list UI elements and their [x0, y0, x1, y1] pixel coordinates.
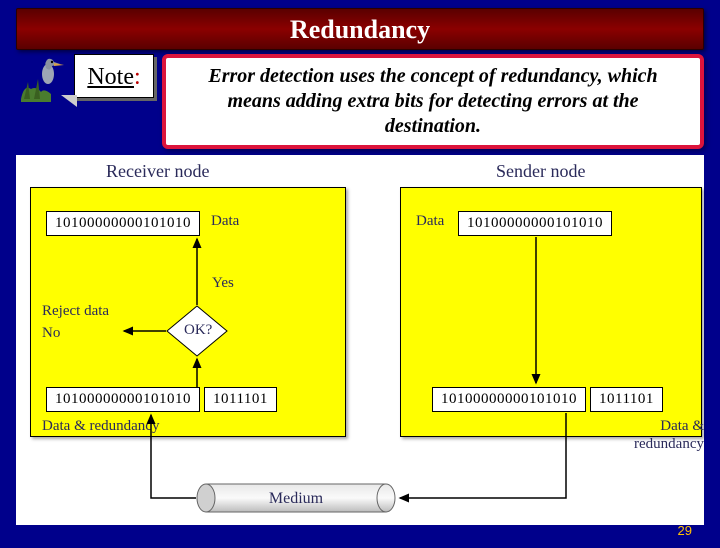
- heron-icon: [16, 54, 66, 104]
- note-label: Note: [87, 64, 134, 90]
- sender-label: Sender node: [496, 161, 585, 182]
- medium-cylinder: Medium: [196, 483, 396, 513]
- note-colon: :: [134, 64, 141, 90]
- note-text: Error detection uses the concept of redu…: [180, 64, 686, 139]
- note-row: Note: Error detection uses the concept o…: [16, 54, 704, 149]
- receiver-label: Receiver node: [106, 161, 209, 182]
- tx-combined-data: 10100000000101010: [432, 387, 586, 412]
- diagram: Receiver node Sender node 10100000000101…: [16, 155, 704, 525]
- tx-data-box: 10100000000101010: [458, 211, 612, 236]
- tx-data-label: Data: [416, 213, 444, 230]
- yes-label: Yes: [212, 275, 234, 292]
- note-badge: Note:: [74, 54, 154, 98]
- rx-data-red-label: Data & redundancy: [42, 417, 159, 435]
- note-text-box: Error detection uses the concept of redu…: [162, 54, 704, 149]
- rx-data-label: Data: [211, 213, 239, 230]
- slide-title: Redundancy: [16, 8, 704, 50]
- page-number: 29: [678, 523, 692, 538]
- rx-combined-red: 1011101: [204, 387, 277, 412]
- tx-data-red-label: Data & redundancy: [604, 417, 704, 453]
- ok-label: OK?: [184, 322, 212, 339]
- rx-combined-data: 10100000000101010: [46, 387, 200, 412]
- rx-data-box: 10100000000101010: [46, 211, 200, 236]
- no-label: No: [42, 325, 60, 342]
- reject-label: Reject data: [42, 303, 109, 320]
- svg-text:Medium: Medium: [269, 490, 324, 507]
- tx-combined-red: 1011101: [590, 387, 663, 412]
